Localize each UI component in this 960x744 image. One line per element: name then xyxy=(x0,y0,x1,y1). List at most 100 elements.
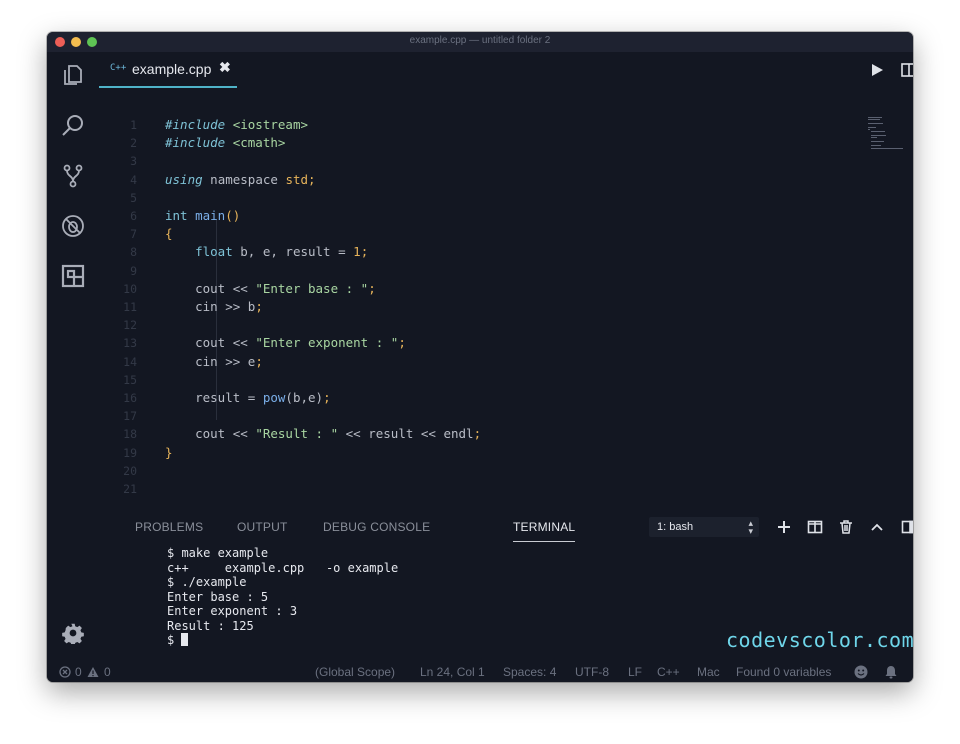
code-line[interactable]: 18 cout << "Result : " << result << endl… xyxy=(97,426,857,444)
code-line[interactable]: 16 result = pow(b,e); xyxy=(97,390,857,408)
code-line[interactable]: 9 xyxy=(97,263,857,281)
minimap[interactable] xyxy=(868,116,908,150)
code-token: cout << xyxy=(165,335,256,351)
line-number: 8 xyxy=(130,245,137,260)
code-text: #include <iostream> xyxy=(165,117,308,132)
line-number: 7 xyxy=(130,227,137,242)
terminal-output[interactable]: $ make example c++ example.cpp -o exampl… xyxy=(167,546,398,648)
code-text: int main() xyxy=(165,208,240,223)
code-token: << result << endl xyxy=(338,426,474,442)
end-of-line[interactable]: LF xyxy=(628,665,642,679)
indentation[interactable]: Spaces: 4 xyxy=(503,665,556,679)
code-token: cin >> e xyxy=(165,353,256,369)
split-terminal-icon[interactable] xyxy=(807,519,823,535)
watermark-text: codevscolor.com xyxy=(726,628,915,652)
code-line[interactable]: 14 cin >> e; xyxy=(97,354,857,372)
tab-label: example.cpp xyxy=(132,61,212,77)
warning-icon[interactable] xyxy=(87,666,99,678)
code-line[interactable]: 11 cin >> b; xyxy=(97,299,857,317)
code-token: ; xyxy=(368,280,376,296)
chevron-up-icon[interactable] xyxy=(869,519,885,535)
code-line[interactable]: 4 using namespace std; xyxy=(97,172,857,190)
line-number: 14 xyxy=(123,354,137,369)
line-number: 21 xyxy=(123,482,137,496)
encoding[interactable]: UTF-8 xyxy=(575,665,609,679)
code-line[interactable]: 5 xyxy=(97,190,857,208)
search-icon[interactable] xyxy=(60,113,86,139)
warning-count[interactable]: 0 xyxy=(104,665,111,679)
debug-icon[interactable] xyxy=(60,213,86,239)
toggle-panel-position-icon[interactable] xyxy=(901,519,913,535)
line-number: 5 xyxy=(130,190,137,205)
trash-icon[interactable] xyxy=(838,519,854,535)
platform[interactable]: Mac xyxy=(697,665,720,679)
settings-gear-icon[interactable] xyxy=(62,622,84,644)
code-line[interactable]: 8 float b, e, result = 1; xyxy=(97,244,857,262)
line-number: 17 xyxy=(123,409,137,424)
code-token: std xyxy=(285,171,309,187)
code-token: "Result : " xyxy=(255,426,339,442)
tab-example-cpp[interactable]: C++ example.cpp ✖ xyxy=(99,52,237,88)
code-token: ; xyxy=(398,335,406,351)
tab-terminal[interactable]: TERMINAL xyxy=(513,520,575,534)
files-icon[interactable] xyxy=(60,62,86,88)
code-line[interactable]: 20 xyxy=(97,463,857,481)
code-token: cout << xyxy=(165,280,256,296)
code-line[interactable]: 12 xyxy=(97,317,857,335)
source-control-icon[interactable] xyxy=(60,163,86,189)
new-terminal-icon[interactable] xyxy=(776,519,792,535)
language-mode[interactable]: C++ xyxy=(657,665,680,679)
code-line[interactable]: 17 xyxy=(97,408,857,426)
code-token: cout << xyxy=(165,426,256,442)
activity-bar xyxy=(47,52,97,662)
tab-output[interactable]: OUTPUT xyxy=(237,520,288,534)
terminal-line: Enter base : 5 xyxy=(167,589,269,604)
code-line[interactable]: 6 int main() xyxy=(97,208,857,226)
tab-debug-console[interactable]: DEBUG CONSOLE xyxy=(323,520,430,534)
cursor-position[interactable]: Ln 24, Col 1 xyxy=(420,665,485,679)
close-tab-icon[interactable]: ✖ xyxy=(219,59,231,76)
code-text: { xyxy=(165,226,173,241)
code-line[interactable]: 7{ xyxy=(97,226,857,244)
line-number: 1 xyxy=(130,118,137,132)
code-token: ; xyxy=(308,171,316,187)
tab-problems[interactable]: PROBLEMS xyxy=(135,520,203,534)
global-scope[interactable]: (Global Scope) xyxy=(315,665,395,679)
code-line[interactable]: 3 xyxy=(97,153,857,171)
split-editor-icon[interactable] xyxy=(900,61,913,79)
code-token: ; xyxy=(255,299,263,314)
terminal-prompt-line[interactable]: $ xyxy=(167,633,398,648)
variables-status[interactable]: Found 0 variables xyxy=(736,665,831,679)
feedback-smiley-icon[interactable] xyxy=(854,665,868,679)
terminal-cursor xyxy=(181,633,189,646)
code-text: cout << "Enter base : "; xyxy=(165,281,376,296)
code-token: namespace xyxy=(202,171,286,187)
code-line[interactable]: 21 xyxy=(97,481,857,499)
code-line[interactable]: 10 cout << "Enter base : "; xyxy=(97,281,857,299)
terminal-line: $ ./example xyxy=(167,575,247,589)
line-number: 19 xyxy=(123,445,137,460)
code-token: #include xyxy=(165,135,233,151)
code-token: result = xyxy=(165,390,263,405)
code-line[interactable]: 15 xyxy=(97,372,857,390)
error-count[interactable]: 0 xyxy=(75,665,82,679)
code-token: pow xyxy=(262,390,286,405)
line-number: 16 xyxy=(123,391,137,405)
code-line[interactable]: 1 #include <iostream> xyxy=(97,117,857,135)
code-token: () xyxy=(225,208,241,223)
code-editor[interactable]: 1 #include <iostream> 2 #include <cmath> 3 4 u… xyxy=(97,88,913,508)
terminal-select[interactable]: 1: bash ▴ ▾ xyxy=(649,517,759,537)
line-number: 6 xyxy=(130,209,137,223)
code-token: main xyxy=(195,208,226,223)
error-icon[interactable] xyxy=(59,666,71,678)
code-token: (b,e) xyxy=(285,390,324,405)
line-number: 10 xyxy=(123,281,137,296)
notifications-bell-icon[interactable] xyxy=(884,665,898,679)
code-token: #include xyxy=(165,117,233,132)
code-line[interactable]: 13 cout << "Enter exponent : "; xyxy=(97,335,857,353)
run-icon[interactable] xyxy=(868,61,886,79)
code-line[interactable]: 2 #include <cmath> xyxy=(97,135,857,153)
code-line[interactable]: 19} xyxy=(97,445,857,463)
code-token: 1 xyxy=(353,244,361,260)
extensions-icon[interactable] xyxy=(60,263,86,289)
